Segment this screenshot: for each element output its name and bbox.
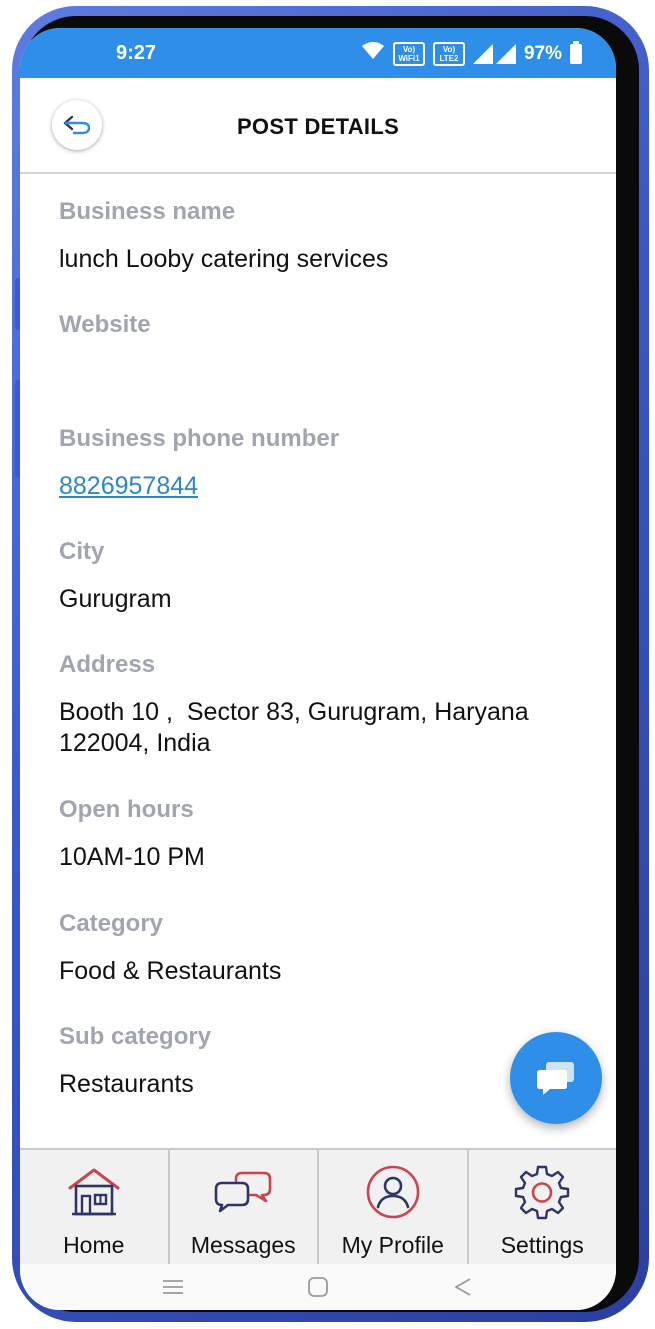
home-icon xyxy=(64,1164,124,1220)
profile-icon xyxy=(365,1164,421,1220)
field-value: lunch Looby catering services xyxy=(59,245,389,273)
field-value: Gurugram xyxy=(59,585,172,613)
field-phone: Business phone number 8826957844 xyxy=(59,425,586,502)
home-square-icon[interactable] xyxy=(298,1272,338,1302)
bottom-tab-bar: Home Messages My Profile Settings xyxy=(20,1148,616,1266)
tab-home[interactable]: Home xyxy=(20,1150,170,1266)
field-sub-category: Sub category Restaurants xyxy=(59,1023,586,1100)
phone-link[interactable]: 8826957844 xyxy=(59,471,586,502)
field-label: Open hours xyxy=(59,796,194,823)
field-website: Website xyxy=(59,311,586,357)
field-address: Address Booth 10 , Sector 83, Gurugram, … xyxy=(59,651,586,759)
battery-percent: 97% xyxy=(523,43,562,64)
screen: 9:27 Vo) WiFi1 Vo) LTE2 97% POST DETAILS… xyxy=(20,28,616,1310)
tab-label: Settings xyxy=(500,1232,584,1258)
field-value: Booth 10 , Sector 83, Gurugram, Haryana … xyxy=(59,698,536,757)
field-label: Category xyxy=(59,910,164,937)
tab-settings[interactable]: Settings xyxy=(469,1150,617,1266)
field-value: Food & Restaurants xyxy=(59,957,282,985)
battery-icon xyxy=(570,41,582,64)
tab-label: My Profile xyxy=(341,1232,444,1258)
field-city: City Gurugram xyxy=(59,538,586,615)
status-icons: Vo) WiFi1 Vo) LTE2 97% xyxy=(361,41,582,67)
status-time: 9:27 xyxy=(116,42,157,64)
field-value: Restaurants xyxy=(59,1070,194,1098)
signal-icon xyxy=(472,44,516,64)
app-header: POST DETAILS xyxy=(20,78,616,174)
sim1-badge-icon: Vo) WiFi1 xyxy=(392,42,425,66)
field-category: Category Food & Restaurants xyxy=(59,910,586,987)
sim2-badge-icon: Vo) LTE2 xyxy=(432,42,465,66)
tab-label: Messages xyxy=(190,1232,296,1258)
page-title: POST DETAILS xyxy=(236,114,400,139)
system-nav-bar xyxy=(20,1264,616,1310)
field-label: Sub category xyxy=(59,1023,212,1050)
field-label: Business name xyxy=(59,198,236,225)
tab-my-profile[interactable]: My Profile xyxy=(319,1150,469,1266)
chat-icon xyxy=(537,1062,574,1095)
status-bar: 9:27 Vo) WiFi1 Vo) LTE2 97% xyxy=(20,28,616,78)
field-label: Address xyxy=(59,651,156,678)
tab-label: Home xyxy=(63,1232,125,1258)
field-business-name: Business name lunch Looby catering servi… xyxy=(59,198,586,275)
field-label: Business phone number xyxy=(59,425,340,452)
chat-fab-button[interactable] xyxy=(510,1032,602,1124)
wifi-icon xyxy=(361,41,385,67)
field-open-hours: Open hours 10AM-10 PM xyxy=(59,796,586,873)
messages-icon xyxy=(212,1164,274,1220)
field-label: Website xyxy=(59,311,151,338)
back-triangle-icon[interactable] xyxy=(443,1272,483,1302)
field-value: 10AM-10 PM xyxy=(59,843,205,871)
menu-icon[interactable] xyxy=(153,1272,193,1302)
tab-messages[interactable]: Messages xyxy=(170,1150,319,1266)
settings-icon xyxy=(513,1164,571,1220)
field-label: City xyxy=(59,538,105,565)
